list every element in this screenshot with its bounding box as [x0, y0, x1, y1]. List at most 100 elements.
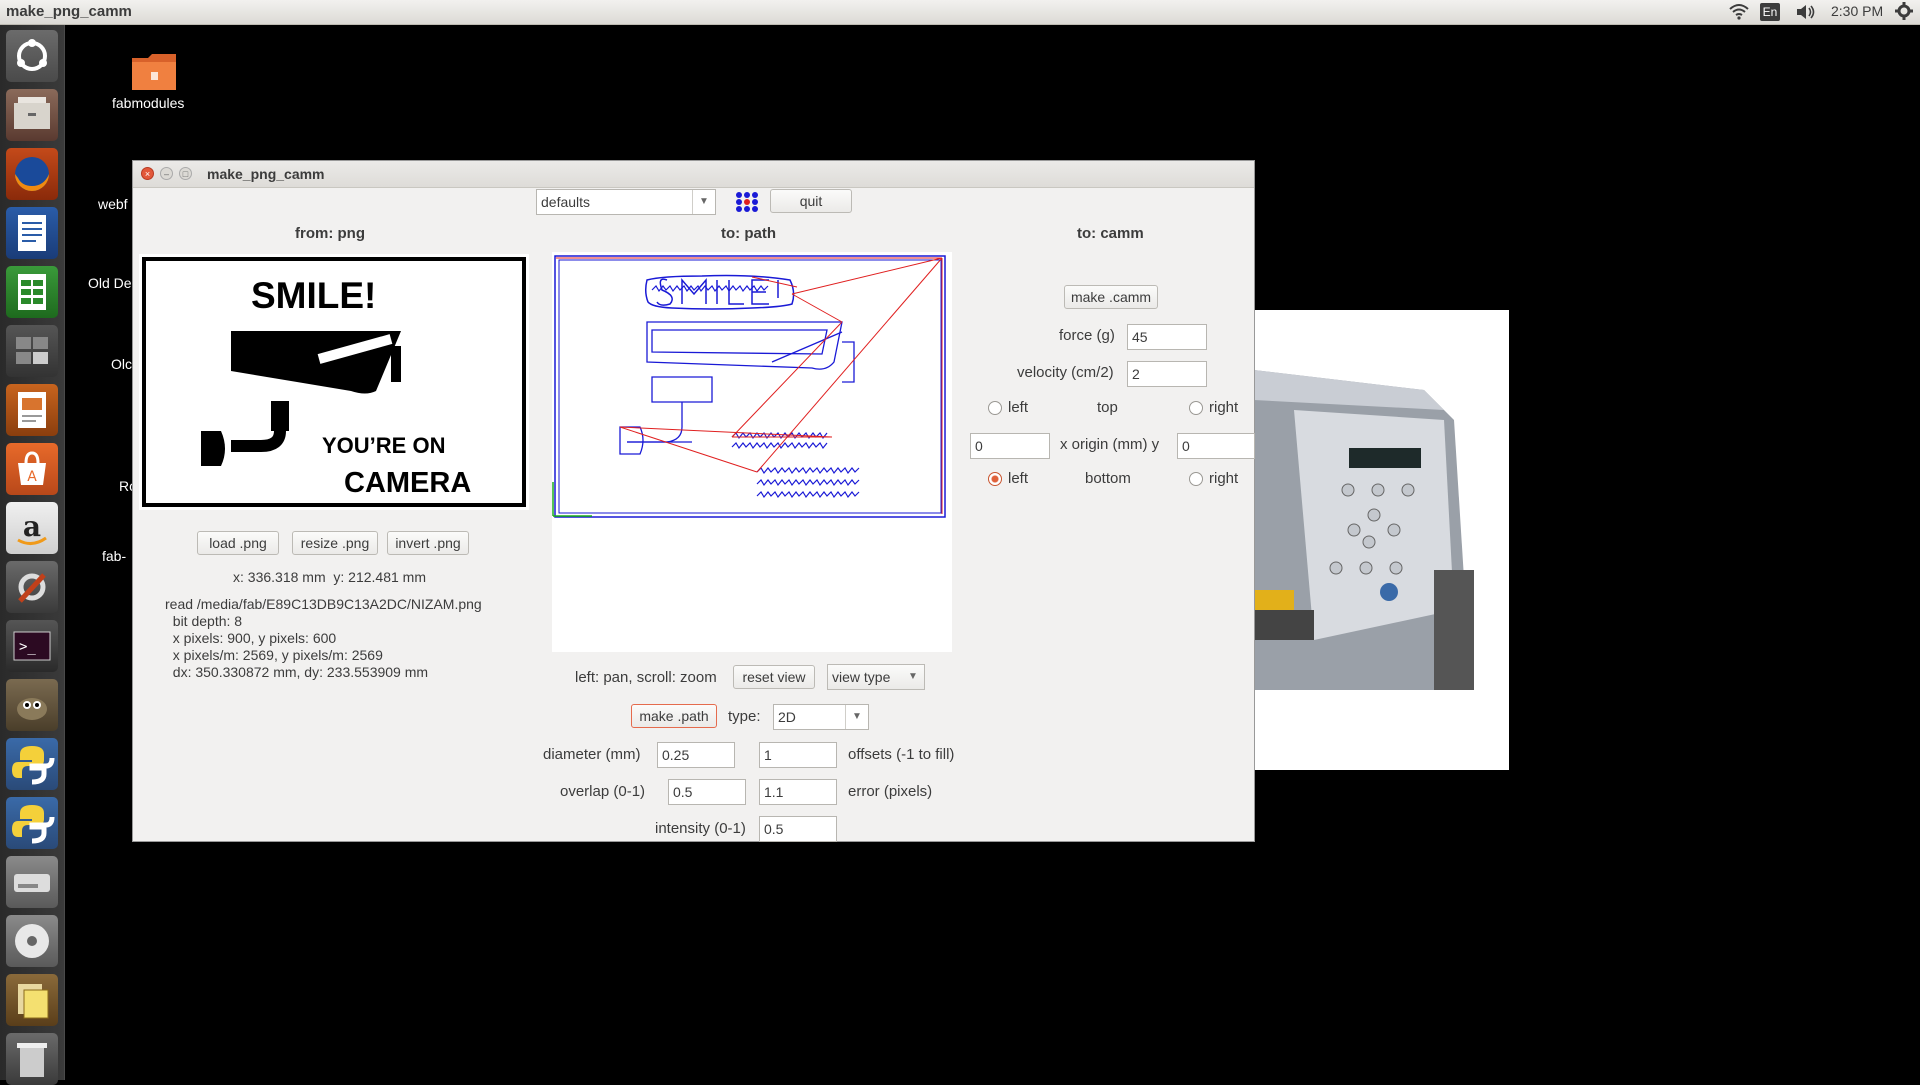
reset-view-button[interactable]: reset view	[733, 665, 815, 689]
window-title: make_png_camm	[207, 166, 325, 182]
pan-hint: left: pan, scroll: zoom	[575, 669, 717, 686]
png-text-youre-on: YOU’RE ON	[322, 433, 446, 458]
gear-icon[interactable]	[1895, 2, 1913, 23]
info-line: bit depth: 8	[165, 613, 243, 629]
gimp-icon[interactable]	[6, 679, 58, 731]
update-manager-icon[interactable]	[6, 974, 58, 1026]
svg-text:A: A	[27, 469, 37, 485]
wifi-icon[interactable]	[1728, 2, 1750, 23]
active-app-title: make_png_camm	[6, 3, 132, 20]
svg-text:a: a	[23, 510, 41, 543]
type-label: type:	[728, 708, 761, 725]
terminal-icon[interactable]: >_	[6, 620, 58, 672]
png-text-camera: CAMERA	[344, 467, 472, 499]
window-titlebar[interactable]: × – □ make_png_camm	[133, 161, 1254, 188]
printer-image[interactable]	[1254, 310, 1509, 770]
system-settings-icon[interactable]	[6, 561, 58, 613]
force-label: force (g)	[1059, 327, 1115, 344]
make-camm-button[interactable]: make .camm	[1064, 285, 1158, 309]
origin-top-left-radio[interactable]	[988, 401, 1002, 415]
maximize-icon[interactable]: □	[179, 167, 192, 180]
chevron-down-icon[interactable]: ▼	[845, 705, 868, 729]
minimize-icon[interactable]: –	[160, 167, 173, 180]
volume-icon[interactable]	[1795, 3, 1817, 24]
diameter-input[interactable]: 0.25	[657, 742, 735, 768]
invert-png-button[interactable]: invert .png	[387, 531, 469, 555]
chevron-down-icon[interactable]: ▼	[902, 665, 924, 689]
desktop-label[interactable]: fab-	[102, 548, 126, 564]
origin-top-left-label: left	[1008, 399, 1029, 416]
python-icon[interactable]	[6, 738, 58, 790]
offsets-label: offsets (-1 to fill)	[848, 746, 955, 763]
keyboard-icon[interactable]: En	[1760, 3, 1780, 21]
make-path-button[interactable]: make .path	[631, 704, 717, 728]
png-info: read /media/fab/E89C13DB9C13A2DC/NIZAM.p…	[165, 596, 482, 681]
clock[interactable]: 2:30 PM	[1831, 3, 1883, 19]
to-camm-header: to: camm	[1077, 225, 1144, 242]
origin-top-right-radio[interactable]	[1189, 401, 1203, 415]
desktop-label[interactable]: fabmodules	[112, 95, 184, 111]
diameter-label: diameter (mm)	[543, 746, 641, 763]
grid-icon[interactable]	[734, 190, 760, 214]
velocity-label: velocity (cm/2)	[1017, 364, 1114, 381]
origin-label: x origin (mm) y	[1060, 436, 1160, 453]
amazon-icon[interactable]: a	[6, 502, 58, 554]
origin-top-label: top	[1097, 399, 1118, 416]
origin-bottom-left-radio[interactable]	[988, 472, 1002, 486]
load-png-button[interactable]: load .png	[197, 531, 279, 555]
intensity-input[interactable]: 0.5	[759, 816, 837, 842]
origin-bottom-label: bottom	[1085, 470, 1131, 487]
chevron-down-icon[interactable]: ▼	[692, 190, 715, 214]
overlap-input[interactable]: 0.5	[668, 779, 746, 805]
quit-button[interactable]: quit	[770, 189, 852, 213]
error-label: error (pixels)	[848, 783, 933, 800]
info-line: x pixels: 900, y pixels: 600	[165, 630, 337, 646]
desktop-label[interactable]: Old De	[88, 275, 132, 291]
overlap-label: overlap (0-1)	[560, 783, 646, 800]
error-input[interactable]: 1.1	[759, 779, 837, 805]
trash-icon[interactable]	[6, 1033, 58, 1085]
path-type-combo[interactable]: 2D ▼	[773, 704, 869, 730]
path-type-value: 2D	[778, 709, 796, 725]
dash-icon[interactable]	[6, 30, 58, 82]
folder-icon[interactable]	[132, 52, 176, 92]
velocity-input[interactable]: 2	[1127, 361, 1207, 387]
svg-text:>_: >_	[19, 639, 36, 655]
top-panel: make_png_camm En 2:30 PM	[0, 0, 1920, 25]
defaults-combo[interactable]: defaults ▼	[536, 189, 716, 215]
intensity-label: intensity (0-1)	[655, 820, 746, 837]
view-type-combo[interactable]: view type ▼	[827, 664, 925, 690]
offsets-input[interactable]: 1	[759, 742, 837, 768]
desktop-label[interactable]: Olc	[111, 356, 132, 372]
path-canvas[interactable]	[552, 252, 952, 652]
firefox-icon[interactable]	[6, 148, 58, 200]
writer-icon[interactable]	[6, 207, 58, 259]
python-icon[interactable]	[6, 797, 58, 849]
files-icon[interactable]	[6, 89, 58, 141]
origin-x-input[interactable]: 0	[970, 433, 1050, 459]
impress-icon[interactable]	[6, 384, 58, 436]
disk-icon[interactable]	[6, 856, 58, 908]
from-png-header: from: png	[295, 225, 365, 242]
png-preview[interactable]: SMILE! YOU’RE ON CAMERA	[139, 254, 529, 510]
origin-bottom-left-label: left	[1008, 470, 1029, 487]
png-text-smile: SMILE!	[251, 275, 377, 316]
view-type-value: view type	[832, 669, 891, 685]
origin-bottom-right-radio[interactable]	[1189, 472, 1203, 486]
calc-icon[interactable]	[6, 266, 58, 318]
origin-y-input[interactable]: 0	[1177, 433, 1255, 459]
resize-png-button[interactable]: resize .png	[292, 531, 378, 555]
workspace-switcher-icon[interactable]	[6, 325, 58, 377]
origin-top-right-label: right	[1209, 399, 1239, 416]
to-path-header: to: path	[721, 225, 776, 242]
dvd-icon[interactable]	[6, 915, 58, 967]
force-input[interactable]: 45	[1127, 324, 1207, 350]
launcher: A a >_	[0, 25, 65, 1085]
origin-bottom-right-label: right	[1209, 470, 1239, 487]
desktop-label[interactable]: webf	[98, 196, 128, 212]
software-center-icon[interactable]: A	[6, 443, 58, 495]
close-icon[interactable]: ×	[141, 167, 154, 180]
cursor-coordinates: x: 336.318 mm y: 212.481 mm	[233, 569, 426, 585]
info-line: x pixels/m: 2569, y pixels/m: 2569	[165, 647, 383, 663]
defaults-combo-value: defaults	[541, 194, 591, 210]
